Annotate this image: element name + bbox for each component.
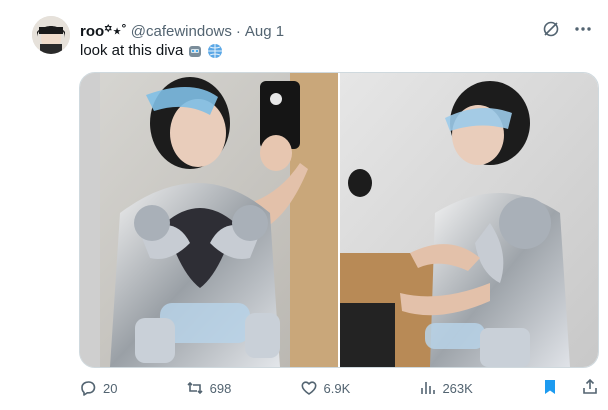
- share-button[interactable]: [581, 378, 599, 399]
- right-actions: [541, 378, 599, 399]
- post-header: roo꙳⋆˚ @cafewindows · Aug 1: [80, 20, 284, 42]
- post-body: look at this diva: [80, 42, 184, 59]
- share-icon: [583, 378, 597, 394]
- repost-icon: [187, 381, 203, 395]
- views-button[interactable]: 263K: [418, 379, 473, 397]
- bookmark-button[interactable]: [541, 378, 559, 399]
- like-icon: [301, 381, 317, 395]
- side-profile-photo[interactable]: [340, 73, 598, 367]
- views-icon: [421, 382, 436, 394]
- username[interactable]: @cafewindows: [131, 23, 232, 40]
- reply-count: 20: [103, 380, 118, 396]
- robot-face-emoji: [187, 43, 203, 59]
- post-date[interactable]: Aug 1: [245, 23, 284, 40]
- mirror-selfie-photo[interactable]: [80, 73, 338, 367]
- like-count: 6.9K: [323, 380, 351, 396]
- globe-emoji: [207, 43, 223, 59]
- separator: ·: [235, 22, 241, 40]
- more-icon[interactable]: [574, 20, 592, 43]
- post-text: look at this diva: [80, 42, 223, 59]
- display-name[interactable]: roo꙳⋆˚: [80, 21, 127, 41]
- post-top-actions: [542, 20, 592, 43]
- repost-button[interactable]: 698: [186, 379, 232, 397]
- like-button[interactable]: 6.9K: [300, 379, 351, 397]
- repost-count: 698: [209, 380, 232, 396]
- avatar[interactable]: [32, 16, 70, 54]
- reply-button[interactable]: 20: [79, 379, 117, 397]
- action-bar: 20 698 6.9K 263K: [79, 374, 599, 402]
- bookmark-icon: [544, 379, 555, 394]
- post-media[interactable]: [79, 72, 599, 368]
- grok-icon[interactable]: [542, 20, 560, 43]
- views-count: 263K: [442, 380, 473, 396]
- reply-icon: [81, 381, 96, 396]
